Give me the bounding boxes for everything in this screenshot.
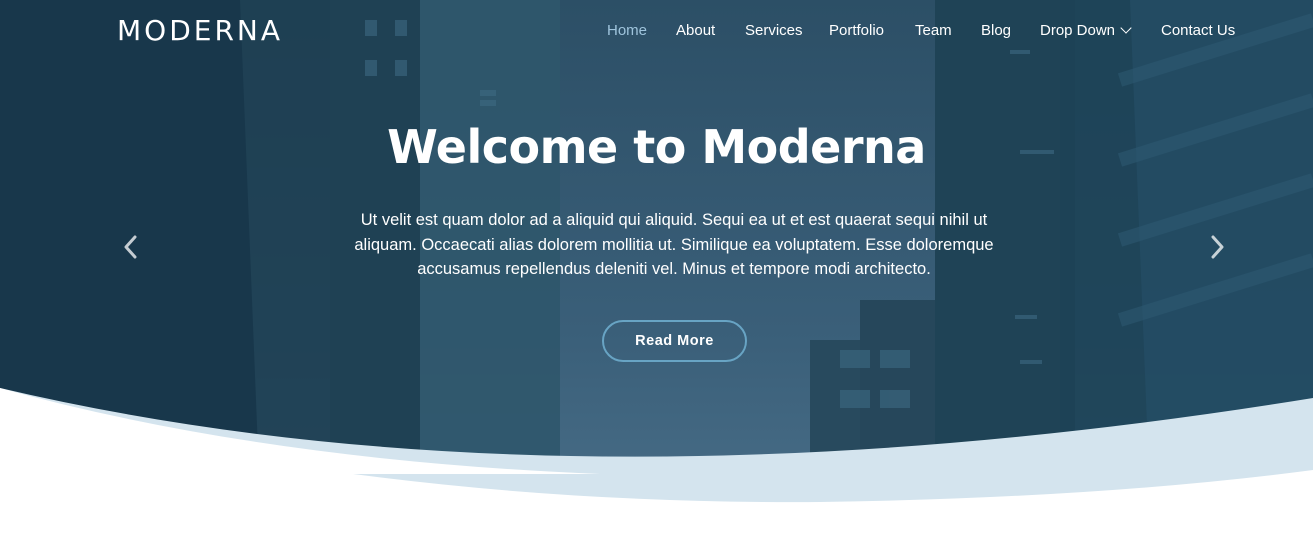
hero-title: Welcome to Moderna — [387, 120, 926, 174]
nav-item-home[interactable]: Home — [607, 22, 647, 39]
carousel-next-button[interactable] — [1204, 234, 1230, 260]
nav-item-services[interactable]: Services — [745, 22, 803, 39]
nav-item-portfolio[interactable]: Portfolio — [829, 22, 884, 39]
hero-description: Ut velit est quam dolor ad a aliquid qui… — [336, 208, 1012, 282]
nav-item-dropdown[interactable]: Drop Down — [1040, 22, 1132, 39]
hero-description-line: aliquam. Occaecati alias dolorem molliti… — [354, 235, 994, 254]
read-more-button[interactable]: Read More — [602, 320, 747, 362]
nav-item-about[interactable]: About — [676, 22, 715, 39]
hero-description-line: accusamus repellendus deleniti vel. Minu… — [417, 260, 931, 278]
carousel-prev-button[interactable] — [118, 234, 144, 260]
nav-item-dropdown-label: Drop Down — [1040, 22, 1116, 39]
chevron-left-icon — [124, 235, 137, 259]
chevron-down-icon — [1120, 22, 1132, 34]
hero-description-line: Ut velit est quam dolor ad a aliquid qui… — [360, 211, 988, 229]
nav-item-team[interactable]: Team — [915, 22, 952, 39]
chevron-right-icon — [1211, 235, 1224, 259]
site-logo[interactable]: MODERNA — [117, 14, 283, 47]
nav-item-contact[interactable]: Contact Us — [1161, 22, 1235, 39]
nav-item-blog[interactable]: Blog — [981, 22, 1011, 39]
hero-section: MODERNA Home About Services Portfolio Te… — [0, 0, 1313, 552]
